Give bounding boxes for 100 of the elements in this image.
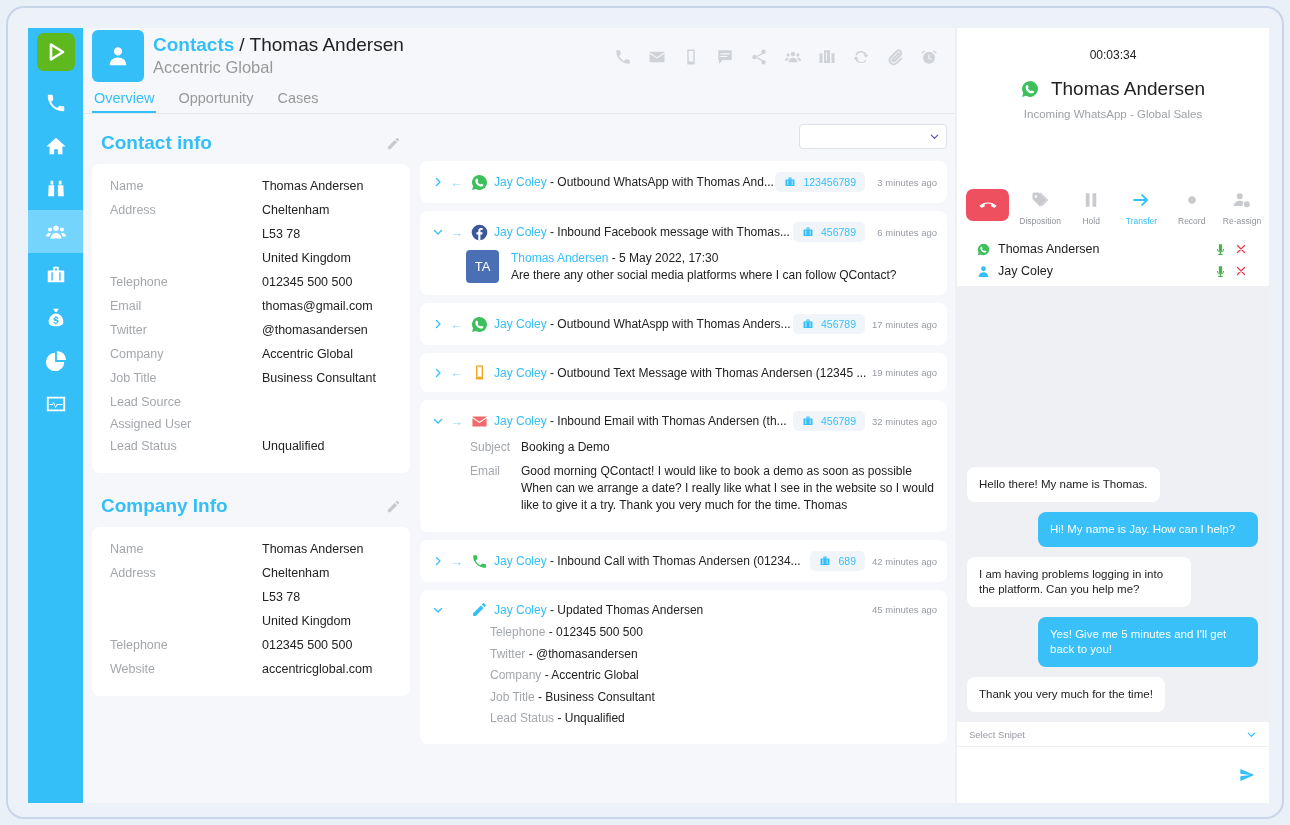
tab[interactable]: Overview (92, 88, 157, 113)
breadcrumb-separator: / (239, 34, 245, 56)
activity-title[interactable]: Jay Coley - Outbound Text Message with Thomas Andersen (12345 ... (494, 365, 865, 380)
field-label: Address (110, 202, 157, 219)
phone-icon[interactable] (614, 48, 632, 66)
tab[interactable]: Opportunity (176, 88, 256, 113)
call-control-button[interactable]: Record (1171, 191, 1212, 226)
case-badge[interactable]: 689 (810, 551, 865, 571)
field-label: Name (110, 178, 145, 195)
filter-dropdown[interactable] (799, 124, 947, 149)
participant-name: Jay Coley (998, 264, 1054, 278)
nav-button[interactable] (28, 210, 83, 253)
section-title: Company Info (101, 495, 228, 517)
pencil-icon[interactable] (386, 135, 401, 151)
change-line: Lead Status - Unqualified (490, 710, 626, 727)
send-icon[interactable] (1239, 767, 1255, 783)
case-badge[interactable]: 456789 (792, 314, 865, 334)
field-label: Lead Status (110, 438, 178, 455)
microphone-icon[interactable] (1214, 242, 1227, 256)
remove-icon[interactable] (1235, 243, 1247, 255)
message-text: Are there any other social media platforms where I can follow QContact? (511, 267, 897, 284)
field-label: Name (110, 541, 145, 558)
activity-time: 42 minutes ago (871, 555, 937, 567)
direction-arrow: ← (450, 317, 463, 331)
tab[interactable]: Cases (275, 88, 321, 113)
snippet-dropdown[interactable]: Select Snipet (957, 722, 1269, 747)
breadcrumb-link[interactable]: Contacts (153, 34, 235, 56)
chat-bubble: I am having problems logging in into the platform. Can you help me? (967, 557, 1191, 607)
field-value: Good morning QContact! I would like to book a demo as soon as possible When can we arrange a date? I really like what I see in the website so I would like to give it a try. Thank you very much for the time. Thomas (521, 463, 935, 514)
alarm-clock-icon[interactable] (920, 48, 938, 66)
briefcase-icon (784, 176, 797, 188)
initials-avatar: TA (466, 250, 499, 283)
pencil-icon[interactable] (386, 498, 401, 514)
change-line: Company - Accentric Global (490, 667, 640, 684)
share-icon[interactable] (750, 48, 768, 66)
activity-title[interactable]: Jay Coley - Inbound Call with Thomas Andersen (01234... (494, 554, 805, 568)
field-value: Thomas Andersen (262, 541, 364, 558)
call-control-button[interactable]: Transfer (1121, 191, 1162, 226)
field-value: Business Consultant (262, 370, 376, 387)
field-label: Assigned User (110, 416, 193, 433)
chat-bubble: Hi! My name is Jay. How can I help? (1038, 512, 1258, 547)
company-name: Accentric Global (153, 58, 275, 77)
field-label: Email (470, 463, 501, 480)
direction-arrow: → (450, 554, 463, 568)
microphone-icon[interactable] (1214, 264, 1227, 278)
user-icon (977, 264, 990, 278)
call-timer: 00:03:34 (1089, 48, 1137, 62)
field-label: Address (110, 565, 157, 582)
field-value: Cheltenham (262, 202, 331, 219)
field-label: Lead Source (110, 394, 182, 411)
field-value: 012345 500 500 (262, 637, 353, 654)
activity-time: 6 minutes ago (876, 226, 937, 238)
activity-title[interactable]: Jay Coley - Inbound Email with Thomas Andersen (th... (494, 414, 787, 428)
field-value: L53 78 (262, 589, 302, 606)
change-line: Twitter - @thomasandersen (490, 645, 639, 663)
field-value: Booking a Demo (521, 439, 610, 456)
whatsapp-icon (470, 315, 488, 333)
pie-chart-icon (44, 349, 67, 372)
activity-time: 19 minutes ago (871, 367, 937, 378)
field-label: Website (110, 661, 156, 678)
field-label: Twitter (110, 322, 148, 339)
field-value: thomas@gmail.com (262, 298, 373, 315)
field-value: L53 78 (262, 226, 302, 243)
whatsapp-icon (1020, 80, 1039, 98)
chat-bubble: Yes! Give me 5 minutes and I'll get back to you! (1038, 617, 1258, 667)
hang-up-button[interactable] (966, 189, 1009, 221)
user-reassign-icon (1233, 191, 1251, 209)
user-icon (107, 45, 129, 67)
field-value: United Kingdom (262, 613, 351, 630)
briefcase-icon (801, 226, 814, 238)
phone-icon (470, 552, 488, 570)
pencil-icon (470, 601, 488, 618)
whatsapp-icon (977, 242, 990, 256)
participant-name: Thomas Andersen (998, 242, 1101, 256)
case-badge[interactable]: 123456789 (775, 172, 865, 192)
contact-name: Thomas Andersen (249, 34, 404, 56)
activity-title[interactable]: Jay Coley - Inbound Facebook message with Thomas... (494, 225, 787, 239)
remove-icon[interactable] (1235, 265, 1247, 277)
paperclip-icon[interactable] (886, 48, 904, 66)
call-control-button[interactable]: Re-assign (1222, 191, 1262, 226)
call-control-button[interactable]: Hold (1071, 191, 1112, 226)
direction-arrow: → (450, 414, 463, 428)
case-badge[interactable]: 456789 (792, 411, 865, 431)
refresh-icon[interactable] (852, 48, 870, 66)
columns-icon[interactable] (818, 48, 836, 66)
chevron-down-icon (929, 131, 940, 142)
chat-bubble-icon[interactable] (716, 48, 734, 66)
field-label: Subject (470, 439, 512, 456)
case-badge[interactable]: 456789 (792, 222, 865, 242)
field-value: @thomasandersen (262, 322, 368, 339)
call-control-button[interactable]: Disposition (1019, 191, 1061, 226)
field-value: 012345 500 500 (262, 274, 353, 291)
field-label: Job Title (110, 370, 158, 387)
field-label: Telephone (110, 637, 169, 654)
activity-title[interactable]: Jay Coley - Updated Thomas Andersen (494, 602, 865, 617)
direction-arrow: ← (450, 175, 463, 189)
field-value: Cheltenham (262, 565, 331, 582)
field-value: Accentric Global (262, 346, 353, 363)
logo-icon[interactable] (36, 33, 75, 71)
field-value: Unqualified (262, 438, 325, 455)
